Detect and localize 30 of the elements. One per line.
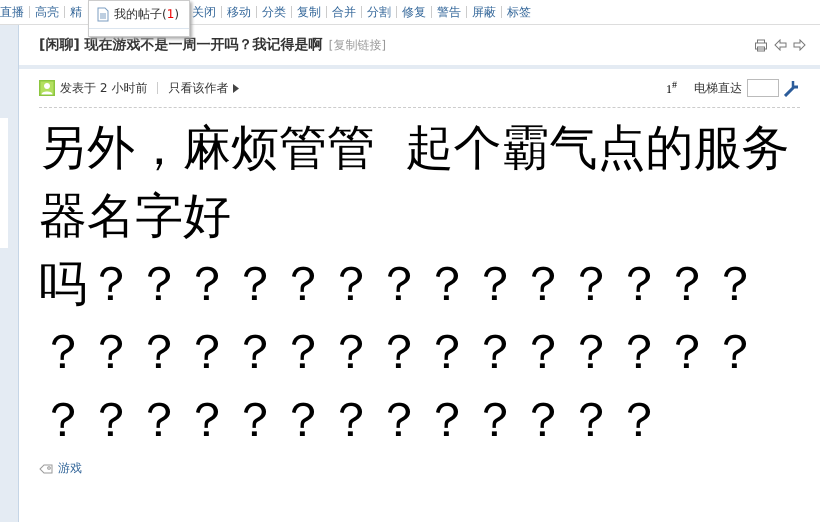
arrow-left-icon[interactable]: [774, 38, 787, 50]
arrow-right-icon[interactable]: [793, 38, 806, 50]
toolbar-link[interactable]: 警告: [432, 4, 466, 20]
toolbar-link[interactable]: 复制: [292, 4, 326, 20]
toolbar-link[interactable]: 移动: [222, 4, 256, 20]
toolbar-link[interactable]: 合并: [327, 4, 361, 20]
floor-input[interactable]: [747, 79, 779, 97]
tag-icon: [39, 464, 53, 474]
floor-number: 1$^{#}$: [666, 80, 677, 96]
toolbar-link[interactable]: 精: [65, 4, 87, 20]
toolbar-link[interactable]: 标签: [502, 4, 536, 20]
toolbar-link[interactable]: 分割: [362, 4, 396, 20]
thread-title: [闲聊] 现在游戏不是一周一开吗？我记得是啊: [39, 36, 323, 54]
toolbar-link[interactable]: 高亮: [30, 4, 64, 20]
toolbar-link[interactable]: 分类: [257, 4, 291, 20]
post-text: 吗？？？？？？？？？？？？？？？？？？？？？？？？？？？？？？？？？？？？？？？？？？: [39, 255, 760, 450]
tag-link[interactable]: 游戏: [58, 460, 82, 477]
author-only-link[interactable]: 只看该作者: [168, 80, 228, 96]
toolbar-link[interactable]: 修复: [397, 4, 431, 20]
my-posts-item[interactable]: 我的帖子(1): [89, 1, 189, 29]
toolbar-link[interactable]: 屏蔽: [467, 4, 501, 20]
post-text: 另外，麻烦管管 起个霸气点的服务器名字好: [39, 119, 791, 246]
document-icon: [97, 7, 109, 22]
avatar-icon: [39, 80, 55, 96]
post-time: 发表于 2 小时前: [60, 80, 148, 96]
jump-label: 电梯直达: [694, 80, 742, 96]
play-icon: [233, 84, 240, 92]
toolbar-link[interactable]: 关闭: [187, 4, 221, 20]
print-icon[interactable]: [754, 38, 768, 52]
toolbar-link[interactable]: 直播: [0, 4, 29, 20]
